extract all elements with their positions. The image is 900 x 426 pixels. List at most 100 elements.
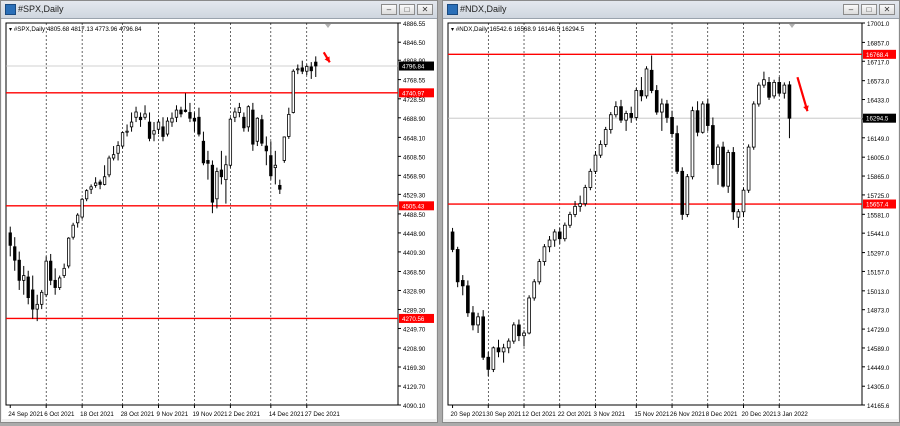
bullish-candle (578, 203, 582, 207)
bearish-candle (183, 109, 188, 112)
y-tick-label: 4846.50 (403, 40, 426, 47)
bullish-candle (598, 143, 603, 156)
window-titlebar[interactable]: #NDX,Daily ‒ □ ✕ (443, 1, 899, 19)
maximize-button[interactable]: □ (861, 4, 877, 15)
x-tick-label: 26 Nov 2021 (670, 411, 706, 418)
bearish-candle (260, 119, 264, 144)
plot-frame (5, 22, 399, 406)
bearish-candle (192, 117, 197, 122)
chart-area[interactable]: 17001.016857.016717.016573.016433.016289… (444, 19, 898, 419)
bullish-candle (624, 113, 628, 121)
y-tick-label: 16149.0 (867, 136, 890, 143)
bullish-candle (685, 176, 690, 215)
x-tick-label: 22 Oct 2021 (558, 411, 592, 418)
chart-area[interactable]: 4886.554846.504808.904768.554728.504688.… (2, 19, 436, 419)
y-tick-label: 14165.6 (867, 403, 890, 410)
y-tick-label: 16005.0 (867, 155, 890, 162)
minimize-button[interactable]: ‒ (381, 4, 397, 15)
bullish-candle (58, 277, 62, 288)
bearish-candle (517, 324, 521, 337)
x-tick-label: 9 Nov 2021 (157, 411, 189, 418)
bullish-candle (120, 132, 125, 147)
window-title: #NDX,Daily (460, 4, 507, 14)
bearish-candle (680, 170, 685, 215)
level-price-label: 4270.56 (402, 316, 425, 323)
minimize-button[interactable]: ‒ (843, 4, 859, 15)
bearish-candle (496, 347, 501, 353)
bearish-candle (777, 82, 782, 94)
bullish-candle (568, 214, 572, 226)
y-tick-label: 15441.0 (867, 231, 890, 238)
bullish-candle (296, 68, 300, 71)
bearish-candle (53, 279, 57, 288)
bullish-candle (67, 237, 71, 267)
bearish-candle (314, 61, 318, 67)
x-tick-label: 19 Nov 2021 (192, 411, 228, 418)
y-tick-label: 14729.0 (867, 327, 890, 334)
x-tick-label: 3 Nov 2021 (593, 411, 625, 418)
bullish-candle (603, 129, 608, 145)
close-button[interactable]: ✕ (879, 4, 895, 15)
bearish-candle (471, 312, 475, 326)
bullish-candle (573, 205, 577, 215)
bearish-candle (219, 169, 224, 178)
bullish-candle (35, 303, 39, 310)
bearish-candle (242, 116, 246, 129)
bullish-candle (583, 187, 588, 205)
bullish-candle (291, 70, 295, 113)
bullish-candle (746, 146, 751, 191)
bearish-candle (269, 155, 273, 177)
bearish-candle (49, 260, 53, 281)
window-title: #SPX,Daily (18, 4, 64, 14)
x-tick-label: 12 Oct 2021 (522, 411, 556, 418)
close-button[interactable]: ✕ (417, 4, 433, 15)
bullish-candle (246, 106, 250, 128)
bearish-candle (466, 285, 470, 314)
bullish-candle (782, 84, 787, 94)
y-tick-label: 4328.90 (403, 288, 426, 295)
y-tick-label: 16573.0 (867, 79, 890, 86)
bullish-candle (102, 176, 107, 185)
bullish-candle (165, 120, 170, 135)
bullish-candle (608, 114, 613, 130)
bearish-candle (639, 90, 644, 97)
y-tick-label: 17001.0 (867, 21, 890, 28)
bullish-candle (690, 110, 695, 178)
x-tick-label: 15 Nov 2021 (634, 411, 670, 418)
bullish-candle (40, 291, 44, 305)
y-tick-label: 15157.0 (867, 269, 890, 276)
bullish-candle (751, 103, 756, 148)
bullish-candle (170, 117, 174, 123)
bearish-candle (147, 121, 152, 139)
bullish-candle (716, 146, 720, 165)
bearish-candle (206, 160, 210, 164)
bearish-candle (665, 103, 669, 118)
ndx-chart-window[interactable]: #NDX,Daily ‒ □ ✕ 17001.0 16857.0 16717.0 16… (442, 0, 900, 423)
window-titlebar[interactable]: #SPX,Daily ‒ □ ✕ (1, 1, 437, 19)
y-tick-label: 16717.0 (867, 59, 890, 66)
bearish-candle (17, 259, 21, 281)
y-tick-label: 4289.30 (403, 307, 426, 314)
bullish-candle (757, 84, 761, 105)
bullish-candle (255, 117, 259, 142)
bullish-candle (741, 189, 746, 213)
spx-chart-window[interactable]: #SPX,Daily ‒ □ ✕ 4886.554846.504808.9047… (0, 0, 438, 423)
y-tick-label: 15581.0 (867, 212, 890, 219)
bearish-candle (619, 106, 623, 121)
chart-window-icon (447, 4, 458, 15)
bullish-candle (537, 261, 542, 283)
x-tick-label: 24 Sep 2021 (8, 411, 44, 418)
bullish-candle (174, 109, 179, 118)
bullish-candle (532, 281, 537, 299)
maximize-button[interactable]: □ (399, 4, 415, 15)
bullish-candle (512, 324, 516, 342)
bullish-candle (644, 68, 649, 97)
bearish-candle (197, 116, 201, 135)
spx-price-chart[interactable]: 4886.554846.504808.904768.554728.504688.… (2, 19, 436, 421)
bullish-candle (762, 79, 766, 86)
x-tick-label: 3 Jan 2022 (777, 411, 808, 418)
bearish-candle (695, 110, 700, 133)
bearish-candle (264, 145, 268, 152)
bearish-candle (649, 69, 654, 91)
ndx-price-chart[interactable]: 17001.016857.016717.016573.016433.016289… (444, 19, 898, 421)
